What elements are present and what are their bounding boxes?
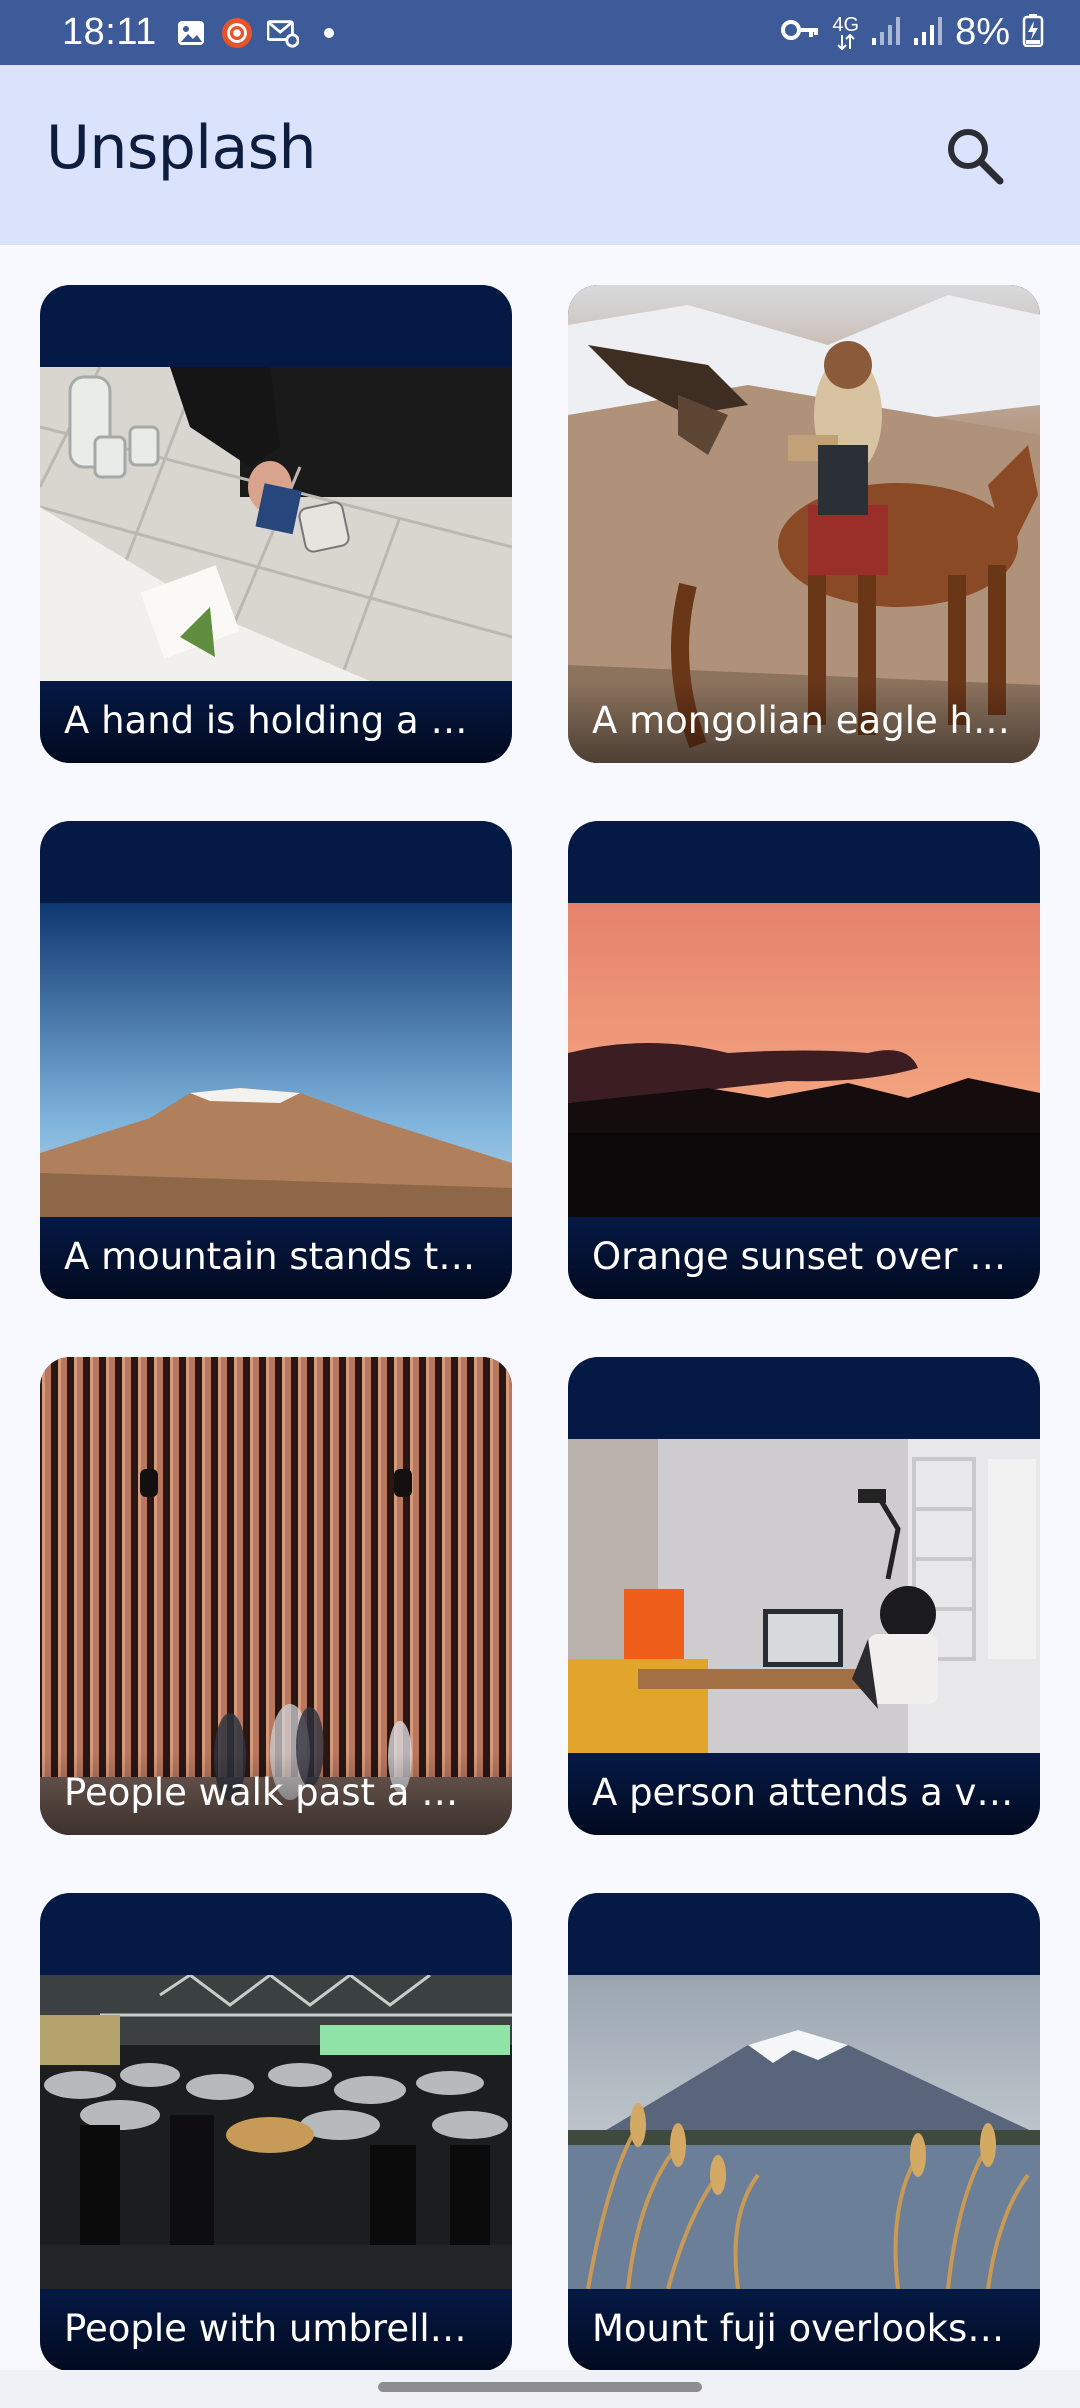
mail-settings-icon [266,17,299,49]
photo-image [568,903,1040,1217]
mobile-data-icon [837,33,855,50]
dot-icon [313,17,345,49]
network-label: 4G [832,13,860,36]
photo-card[interactable]: A hand is holding a bl… [40,285,512,763]
signal-icon [913,14,943,51]
home-gesture-handle[interactable] [378,2382,702,2392]
gallery-icon [175,17,207,49]
photo-card[interactable]: Mount fuji overlooks a… [568,1893,1040,2371]
photo-caption: Mount fuji overlooks a… [568,2289,1040,2371]
notification-icons [175,17,345,49]
battery-percentage: 8% [955,11,1010,53]
app-title: Unsplash [46,113,317,183]
photo-caption: People with umbrella… [40,2289,512,2371]
photo-image [568,1975,1040,2289]
screen-recorder-icon [221,17,253,49]
photo-card[interactable]: Orange sunset over d… [568,821,1040,1299]
status-time: 18:11 [62,11,157,53]
search-icon [948,129,1004,185]
status-bar: 18:11 4G 8% [0,0,1080,65]
photo-image [40,367,512,681]
navigation-bar [0,2370,1080,2408]
photo-caption: A hand is holding a bl… [40,681,512,763]
photo-grid: A hand is holding a bl… A mongolian eagl… [40,285,1040,2371]
photo-card[interactable]: A person attends a vir… [568,1357,1040,1835]
photo-card[interactable]: A mountain stands tal… [40,821,512,1299]
photo-caption: A mountain stands tal… [40,1217,512,1299]
signal-icon [871,14,901,51]
photo-image [40,903,512,1217]
battery-charging-icon [1022,13,1044,52]
photo-caption: Orange sunset over d… [568,1217,1040,1299]
photo-image [568,1439,1040,1753]
photo-caption: A mongolian eagle hu… [568,681,1040,763]
system-status-icons: 4G 8% [780,11,1044,54]
photo-card[interactable]: A mongolian eagle hu… [568,285,1040,763]
network-type: 4G [832,13,860,50]
search-button[interactable] [940,121,1010,191]
photo-caption: People walk past a wo… [40,1753,512,1835]
photo-image [40,1975,512,2289]
app-bar: Unsplash [0,65,1080,245]
photo-caption: A person attends a vir… [568,1753,1040,1835]
vpn-key-icon [780,17,820,48]
photo-card[interactable]: People walk past a wo… [40,1357,512,1835]
photo-card[interactable]: People with umbrella… [40,1893,512,2371]
